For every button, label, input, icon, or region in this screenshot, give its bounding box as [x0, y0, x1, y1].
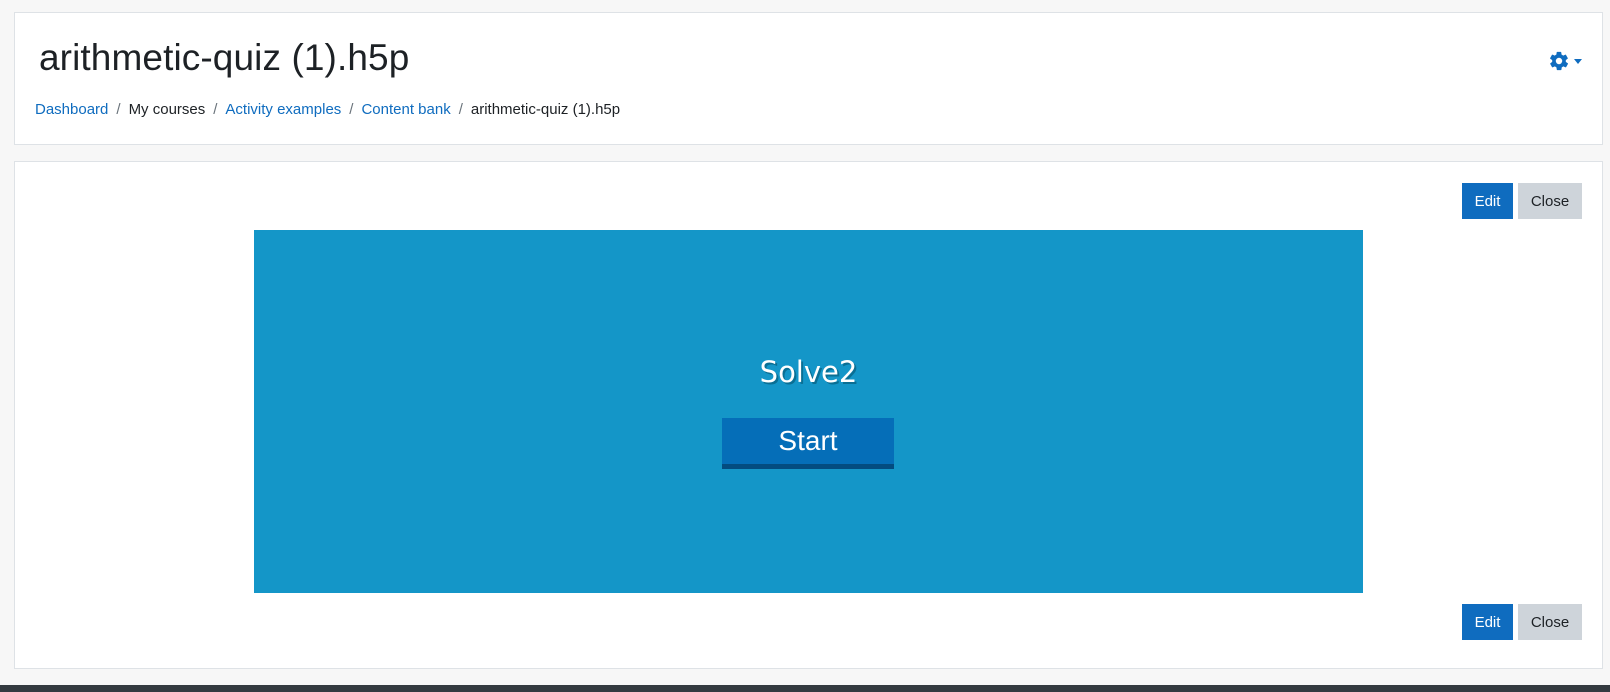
- page-footer: [0, 685, 1610, 692]
- close-button[interactable]: Close: [1518, 183, 1582, 219]
- breadcrumb-content-bank[interactable]: Content bank: [361, 101, 450, 118]
- breadcrumb-separator: /: [458, 101, 463, 118]
- close-button[interactable]: Close: [1518, 604, 1582, 640]
- breadcrumb-dashboard[interactable]: Dashboard: [35, 101, 108, 118]
- quiz-title: Solve2: [759, 355, 858, 389]
- edit-button[interactable]: Edit: [1462, 604, 1513, 640]
- top-action-bar: Edit Close: [1462, 183, 1582, 219]
- gear-icon: [1548, 50, 1570, 72]
- h5p-content-frame: Solve2 Start: [254, 230, 1363, 593]
- breadcrumb-activity-examples[interactable]: Activity examples: [225, 101, 341, 118]
- page-title: arithmetic-quiz (1).h5p: [39, 37, 410, 78]
- breadcrumb-separator: /: [213, 101, 218, 118]
- content-region: Edit Close Solve2 Start Edit Close: [14, 161, 1603, 669]
- breadcrumb-separator: /: [349, 101, 354, 118]
- settings-menu-button[interactable]: [1548, 50, 1582, 72]
- page-header: arithmetic-quiz (1).h5p Dashboard / My c…: [14, 12, 1603, 145]
- breadcrumb-separator: /: [116, 101, 121, 118]
- edit-button[interactable]: Edit: [1462, 183, 1513, 219]
- caret-down-icon: [1574, 58, 1582, 64]
- start-button[interactable]: Start: [722, 418, 894, 469]
- breadcrumb: Dashboard / My courses / Activity exampl…: [35, 101, 620, 118]
- breadcrumb-current-page: arithmetic-quiz (1).h5p: [470, 101, 621, 118]
- breadcrumb-my-courses: My courses: [128, 101, 206, 118]
- bottom-action-bar: Edit Close: [1462, 604, 1582, 640]
